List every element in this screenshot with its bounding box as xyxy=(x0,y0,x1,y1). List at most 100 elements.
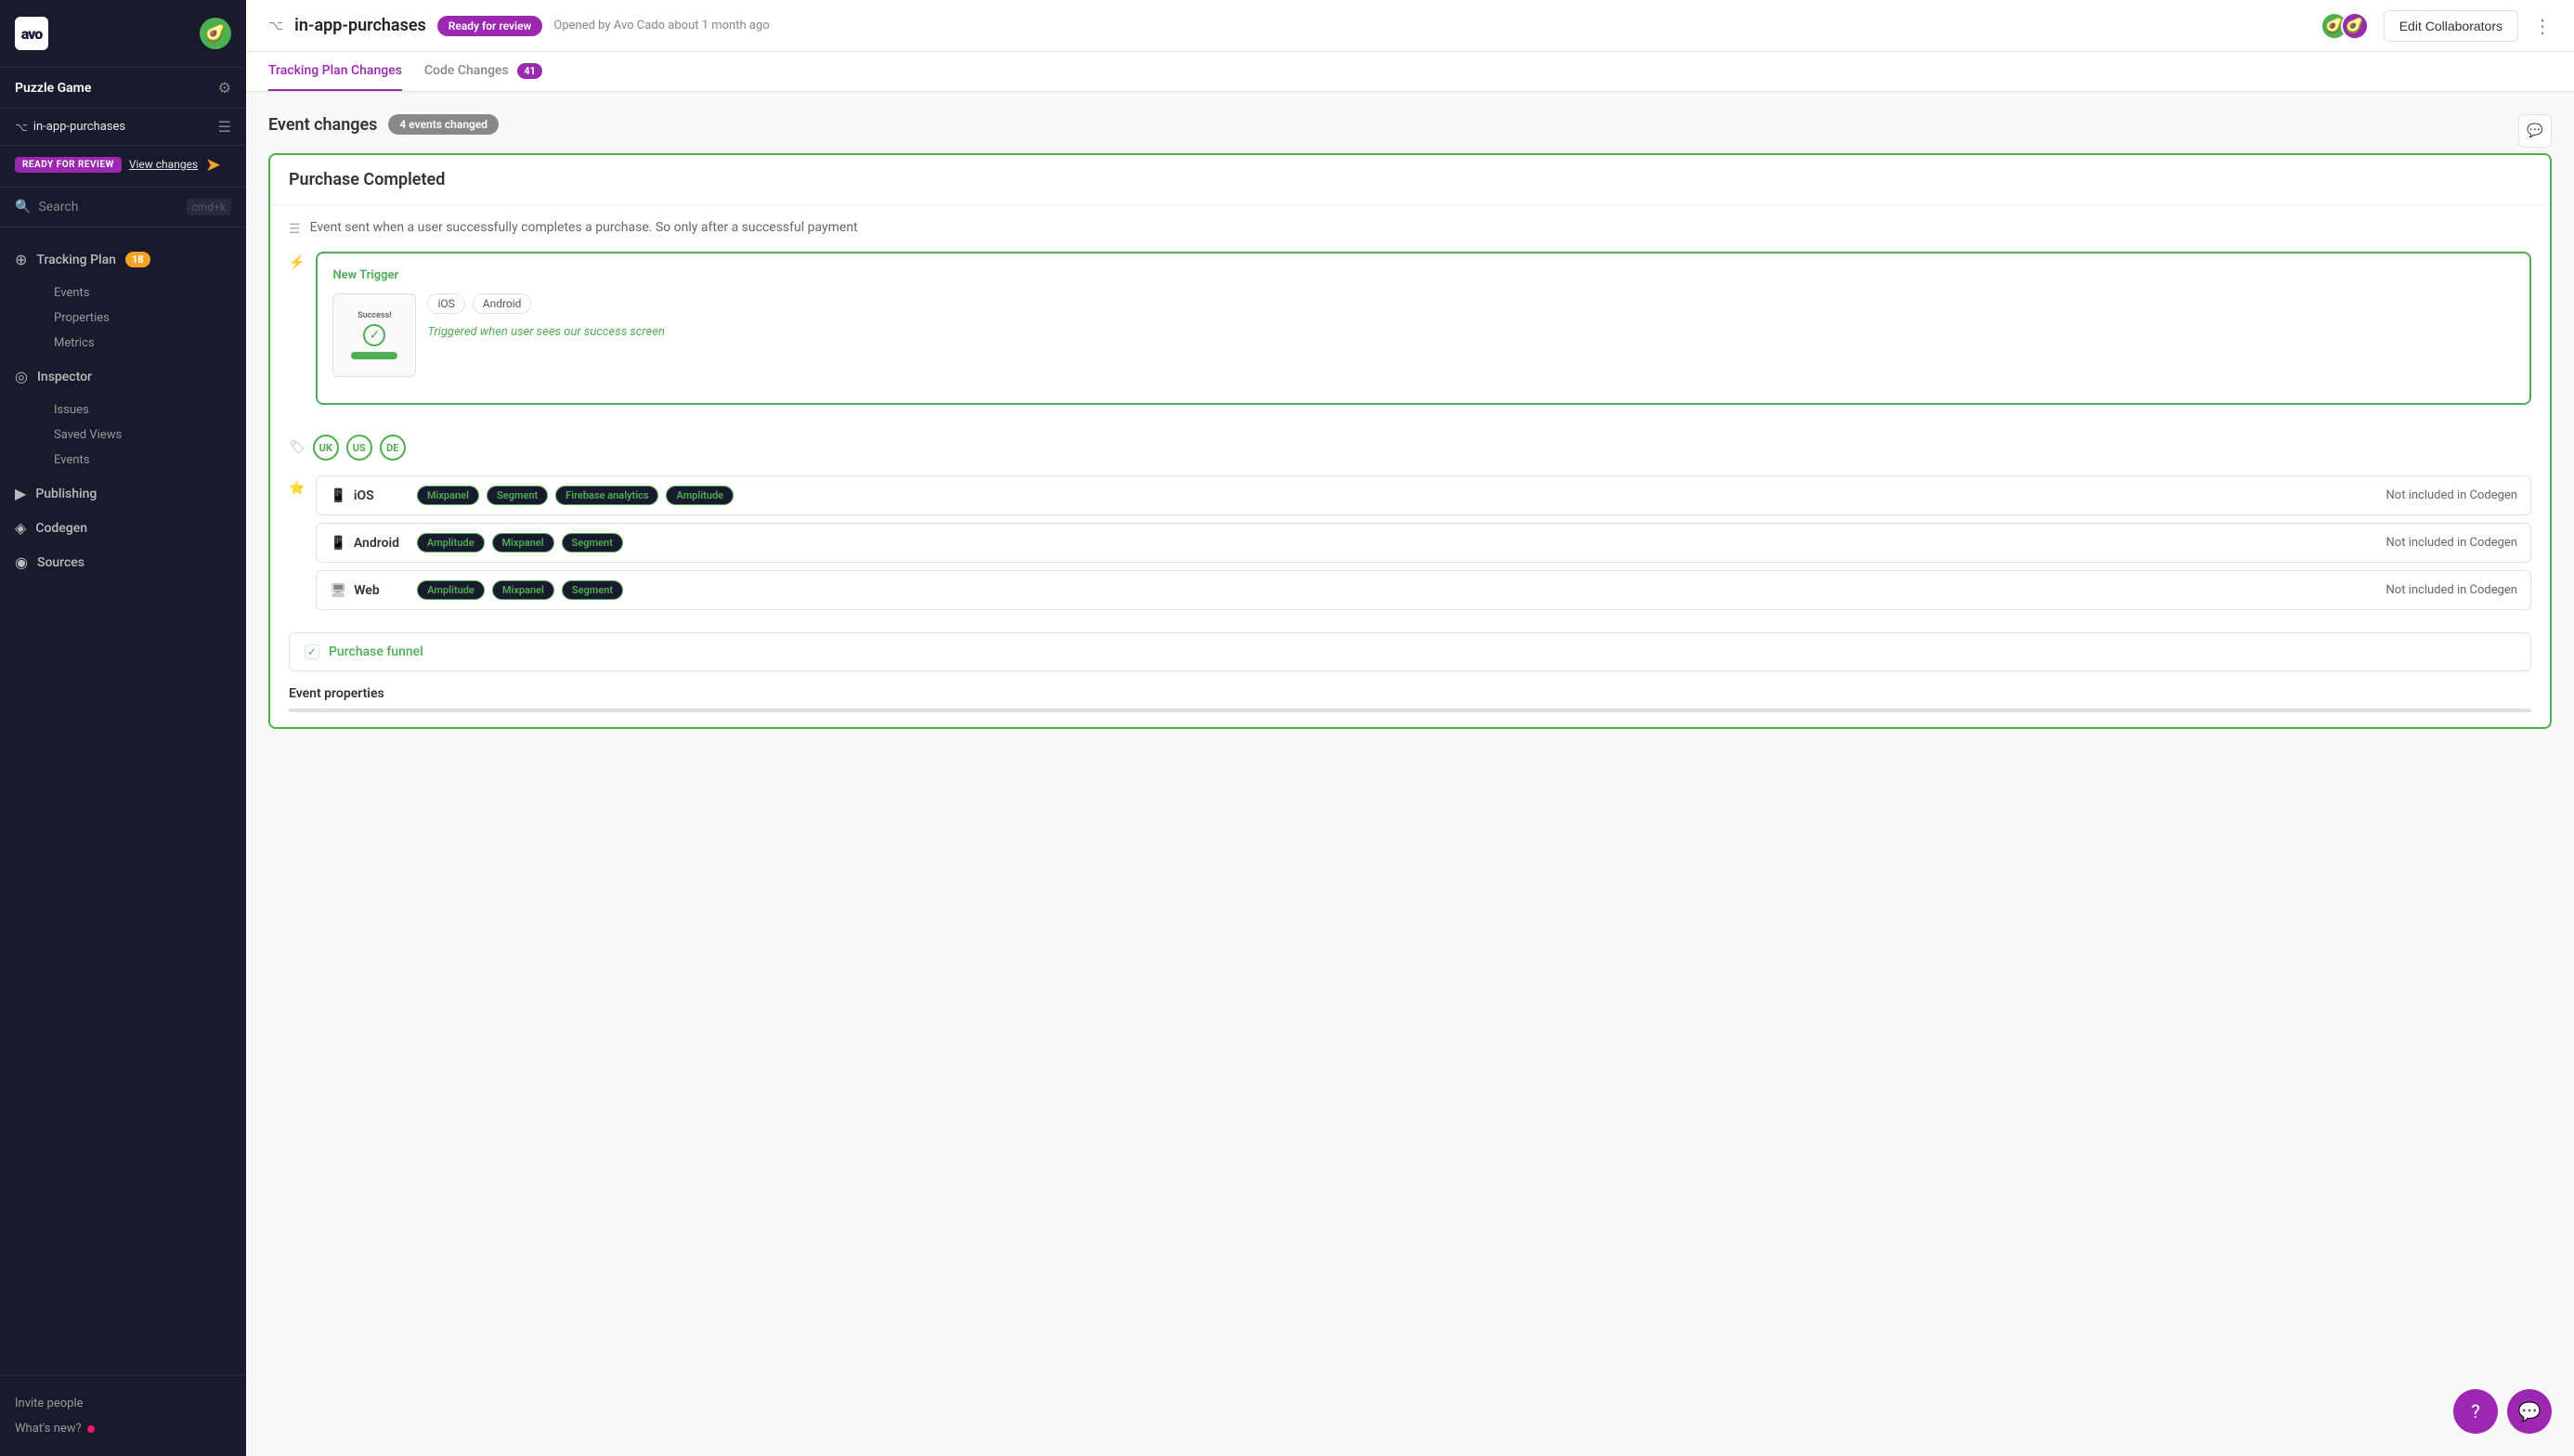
whats-new-button[interactable]: What's new? xyxy=(15,1416,231,1441)
event-properties-bar xyxy=(289,708,2531,712)
search-shortcut: cmd+k xyxy=(187,199,231,215)
view-changes-button[interactable]: View changes xyxy=(129,158,198,171)
invite-people-button[interactable]: Invite people xyxy=(15,1391,231,1416)
tracking-plan-label: Tracking Plan xyxy=(36,253,116,267)
pr-title: in-app-purchases xyxy=(294,16,426,35)
collaborators-avatars: 🥑 🥑 xyxy=(2320,12,2369,40)
events-count-badge: 4 events changed xyxy=(388,114,499,135)
source-row-web: 🖥 Web Amplitude Mixpanel Segment Not inc… xyxy=(316,570,2531,610)
tag-us: US xyxy=(346,435,372,461)
sidebar-item-tracking-plan[interactable]: ⊕ Tracking Plan 18 xyxy=(0,242,246,277)
trigger-section: New Trigger Success! ✓ iOS Android xyxy=(316,252,2531,405)
edit-collaborators-button[interactable]: Edit Collaborators xyxy=(2384,10,2518,42)
chat-fab-button[interactable]: 💬 xyxy=(2507,1389,2552,1434)
status-badge: Ready for review xyxy=(437,16,543,36)
header-right: 🥑 🥑 Edit Collaborators ⋮ xyxy=(2320,10,2552,42)
review-badge-row: READY FOR REVIEW View changes ➤ xyxy=(0,146,246,188)
user-avatar: 🥑 xyxy=(200,18,231,49)
source-platform-ios: iOS xyxy=(354,488,410,503)
comment-icon: 💬 xyxy=(2527,124,2542,138)
publishing-icon: ▶ xyxy=(15,485,26,502)
tracking-plan-subnav: Events Properties Metrics xyxy=(0,277,246,359)
help-fab-button[interactable]: ? xyxy=(2453,1389,2498,1434)
search-icon: 🔍 xyxy=(15,200,31,214)
sidebar: avo 🥑 Puzzle Game ⚙ ⌥ in-app-purchases ☰… xyxy=(0,0,246,1456)
inspector-icon: ◎ xyxy=(15,368,28,385)
gear-icon[interactable]: ⚙ xyxy=(218,79,231,97)
tag-de: DE xyxy=(380,435,406,461)
ios-device-icon: 📱 xyxy=(330,488,345,503)
tags-icon: 🏷 xyxy=(289,440,306,455)
pr-meta: Opened by Avo Cado about 1 month ago xyxy=(553,19,769,32)
sidebar-item-sources[interactable]: ◉ Sources xyxy=(0,545,246,579)
source-platform-android: Android xyxy=(354,536,410,551)
source-tag-segment-android: Segment xyxy=(562,533,623,552)
codegen-status-web: Not included in Codegen xyxy=(2386,583,2517,597)
source-row-ios: 📱 iOS Mixpanel Segment Firebase analytic… xyxy=(316,475,2531,515)
platform-android: Android xyxy=(473,293,532,314)
sidebar-item-issues[interactable]: Issues xyxy=(39,397,246,422)
sources-label: Sources xyxy=(37,555,84,570)
trigger-bar xyxy=(351,352,397,359)
tracking-plan-badge: 18 xyxy=(125,252,150,267)
sidebar-item-publishing[interactable]: ▶ Publishing xyxy=(0,476,246,511)
funnel-checkbox[interactable]: ✓ xyxy=(305,644,319,659)
event-card-header: Purchase Completed xyxy=(270,155,2550,205)
trigger-img-title: Success! xyxy=(358,311,391,320)
branch-name: ⌥ in-app-purchases xyxy=(15,120,125,134)
codegen-status-ios: Not included in Codegen xyxy=(2386,488,2517,502)
nav-section: ⊕ Tracking Plan 18 Events Properties Met… xyxy=(0,228,246,594)
trigger-check-icon: ✓ xyxy=(363,324,385,346)
search-placeholder: Search xyxy=(38,200,178,214)
source-tag-firebase-ios: Firebase analytics xyxy=(555,486,658,505)
funnel-row: ✓ Purchase funnel xyxy=(289,632,2531,671)
source-tag-mixpanel-ios: Mixpanel xyxy=(417,486,479,505)
source-platform-web: Web xyxy=(354,583,410,598)
sidebar-item-codegen[interactable]: ◈ Codegen xyxy=(0,511,246,545)
trigger-label: New Trigger xyxy=(332,268,2515,282)
trigger-platforms: iOS Android xyxy=(427,293,665,314)
sidebar-item-events[interactable]: Events xyxy=(39,280,246,306)
notification-dot xyxy=(87,1425,95,1433)
source-tag-segment-ios: Segment xyxy=(487,486,548,505)
branch-menu-icon[interactable]: ☰ xyxy=(218,118,231,136)
trigger-description: Triggered when user sees our success scr… xyxy=(427,325,665,339)
event-card-body: ☰ Event sent when a user successfully co… xyxy=(270,205,2550,727)
codegen-status-android: Not included in Codegen xyxy=(2386,536,2517,550)
source-tag-amplitude-android: Amplitude xyxy=(417,533,485,552)
sidebar-item-inspector-events[interactable]: Events xyxy=(39,448,246,473)
more-options-button[interactable]: ⋮ xyxy=(2533,15,2552,37)
code-changes-badge: 41 xyxy=(517,63,542,79)
tab-tracking-plan-changes[interactable]: Tracking Plan Changes xyxy=(268,52,402,91)
main-panel: ⌥ in-app-purchases Ready for review Open… xyxy=(246,0,2574,1456)
tab-code-changes[interactable]: Code Changes 41 xyxy=(424,52,542,91)
source-tag-segment-web: Segment xyxy=(562,580,623,600)
review-badge: READY FOR REVIEW xyxy=(15,157,122,173)
trigger-section-icon: ⚡ xyxy=(289,255,305,270)
trigger-image: Success! ✓ xyxy=(332,293,416,377)
sidebar-top: avo 🥑 xyxy=(0,0,246,68)
comment-panel-button[interactable]: 💬 xyxy=(2518,114,2552,148)
workspace-row[interactable]: Puzzle Game ⚙ xyxy=(0,68,246,109)
sidebar-item-metrics[interactable]: Metrics xyxy=(39,331,246,356)
sidebar-bottom: Invite people What's new? xyxy=(0,1375,246,1456)
sidebar-item-properties[interactable]: Properties xyxy=(39,306,246,331)
source-tag-amplitude-ios: Amplitude xyxy=(666,486,734,505)
logo: avo xyxy=(15,17,48,50)
workspace-name: Puzzle Game xyxy=(15,81,91,96)
sidebar-logo: avo xyxy=(15,17,48,50)
android-device-icon: 📱 xyxy=(330,536,345,551)
tracking-plan-icon: ⊕ xyxy=(15,251,27,268)
codegen-icon: ◈ xyxy=(15,519,26,537)
source-row-android: 📱 Android Amplitude Mixpanel Segment Not… xyxy=(316,523,2531,563)
section-header: Event changes 4 events changed xyxy=(268,114,2552,135)
source-tag-mixpanel-android: Mixpanel xyxy=(492,533,554,552)
branch-icon: ⌥ xyxy=(15,121,28,134)
search-bar[interactable]: 🔍 Search cmd+k xyxy=(0,188,246,228)
event-name: Purchase Completed xyxy=(289,170,445,189)
tags-row: 🏷 UK US DE xyxy=(289,435,2531,461)
sidebar-item-inspector[interactable]: ◎ Inspector xyxy=(0,359,246,394)
sources-icon: ◉ xyxy=(15,553,28,571)
sidebar-item-saved-views[interactable]: Saved Views xyxy=(39,422,246,448)
event-description: ☰ Event sent when a user successfully co… xyxy=(289,220,2531,237)
